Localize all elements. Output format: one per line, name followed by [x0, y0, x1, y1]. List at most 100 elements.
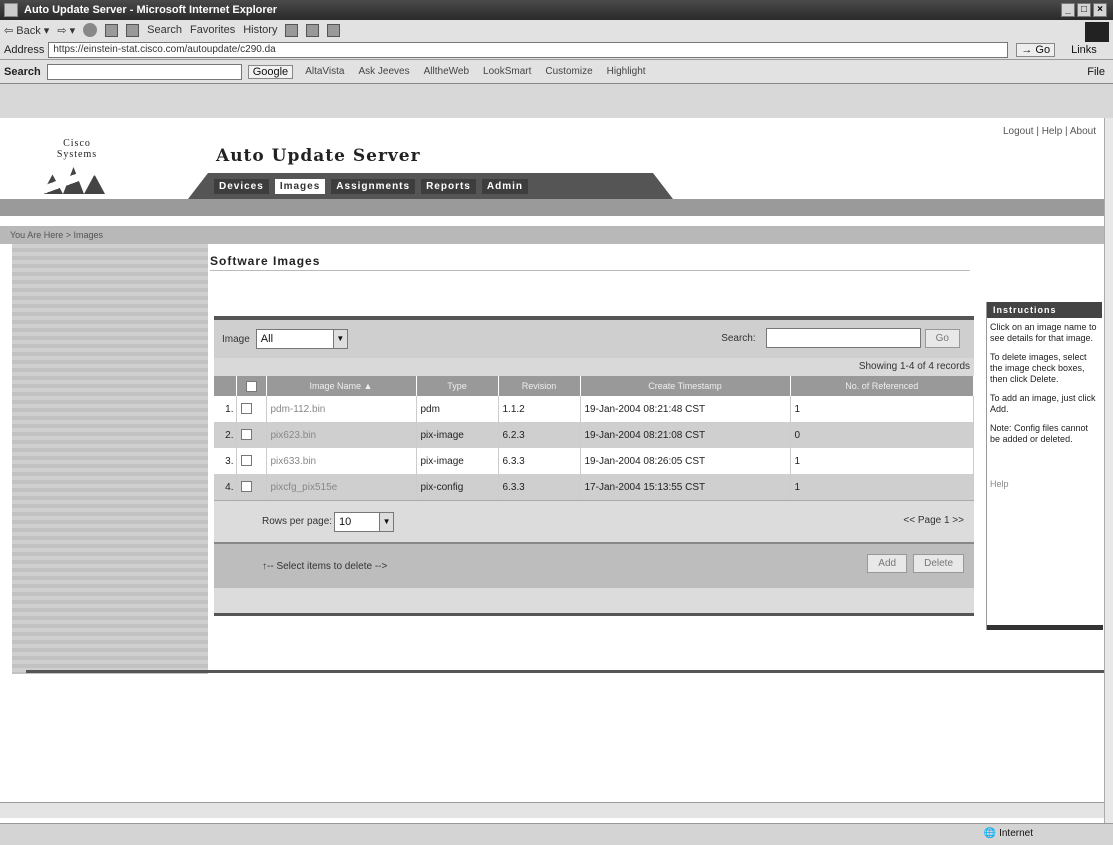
google-button[interactable]: Google — [247, 64, 294, 79]
row-number-header — [214, 376, 237, 396]
print-icon[interactable] — [306, 23, 320, 37]
image-type: pix-image — [416, 448, 499, 474]
back-button[interactable]: ⇦ Back ▾ — [4, 24, 49, 37]
select-all-header — [236, 376, 267, 396]
row-checkbox-cell — [236, 422, 267, 448]
looksmart-link[interactable]: LookSmart — [483, 66, 531, 77]
table-header-row: Image Name ▲ Type Revision Create Timest… — [214, 376, 974, 396]
sidebar — [12, 244, 208, 674]
image-name-link[interactable]: pix633.bin — [266, 448, 417, 474]
page-indicator[interactable]: << Page 1 >> — [903, 515, 964, 526]
alltheweb-link[interactable]: AlltheWeb — [424, 66, 469, 77]
rows-per-page-label: Rows per page: — [262, 516, 333, 527]
brand-name: Cisco Systems — [56, 138, 98, 160]
image-name-link[interactable]: pix623.bin — [266, 422, 417, 448]
main-tabs: Devices Images Assignments Reports Admin — [188, 173, 673, 199]
highlight-link[interactable]: Highlight — [607, 66, 646, 77]
file-menu[interactable]: File — [1087, 66, 1105, 78]
image-filter-label: Image — [222, 333, 250, 345]
search-toolbar-input[interactable] — [46, 63, 242, 80]
tab-devices[interactable]: Devices — [214, 178, 269, 194]
minimize-button[interactable]: _ — [1061, 3, 1075, 17]
back-label: Back — [16, 24, 41, 37]
window-title: Auto Update Server - Microsoft Internet … — [24, 4, 278, 16]
tab-assignments[interactable]: Assignments — [331, 178, 416, 194]
page-title: Software Images — [210, 254, 321, 268]
mail-icon[interactable] — [285, 23, 299, 37]
search-go-button[interactable]: Go — [924, 328, 960, 348]
customize-link[interactable]: Customize — [545, 66, 592, 77]
header-band — [0, 199, 1104, 216]
select-all-checkbox[interactable] — [245, 380, 257, 392]
instructions-title: Instructions — [987, 302, 1102, 318]
window-controls: _ □ × — [1061, 3, 1107, 17]
image-refs: 1 — [790, 396, 974, 422]
history-button[interactable]: History — [243, 24, 277, 36]
forward-button[interactable]: ⇨ ▾ — [57, 24, 75, 37]
table-row[interactable]: 1. pdm-112.bin pdm 1.1.2 19-Jan-2004 08:… — [214, 396, 974, 422]
table-row[interactable]: 3. pix633.bin pix-image 6.3.3 19-Jan-200… — [214, 448, 974, 474]
column-referenced[interactable]: No. of Referenced — [790, 376, 974, 396]
filter-row: Image All ▼ Search: Go — [214, 320, 974, 358]
help-link[interactable]: Help — [987, 449, 1102, 494]
askjeeves-link[interactable]: Ask Jeeves — [358, 66, 409, 77]
breadcrumb: You Are Here > Images — [0, 226, 1104, 244]
image-name-link[interactable]: pixcfg_pix515e — [266, 474, 417, 500]
column-type[interactable]: Type — [416, 376, 499, 396]
favorites-button[interactable]: Favorites — [190, 24, 235, 36]
home-icon[interactable] — [126, 23, 140, 37]
row-checkbox[interactable] — [240, 429, 252, 441]
table-row[interactable]: 2. pix623.bin pix-image 6.2.3 19-Jan-200… — [214, 422, 974, 448]
image-timestamp: 19-Jan-2004 08:26:05 CST — [580, 448, 791, 474]
cisco-logo: Cisco Systems — [42, 138, 152, 194]
row-checkbox[interactable] — [240, 403, 252, 415]
go-button[interactable]: → Go — [1016, 43, 1056, 57]
row-checkbox[interactable] — [240, 481, 252, 493]
status-bar: 🌐 Internet — [0, 823, 1113, 845]
column-image-name[interactable]: Image Name ▲ — [266, 376, 417, 396]
image-timestamp: 17-Jan-2004 15:13:55 CST — [580, 474, 791, 500]
address-input[interactable]: https://einstein-stat.cisco.com/autoupda… — [48, 42, 1009, 58]
image-revision: 6.3.3 — [498, 448, 581, 474]
refresh-icon[interactable] — [105, 23, 119, 37]
images-table: Image Name ▲ Type Revision Create Timest… — [214, 376, 974, 500]
altavista-link[interactable]: AltaVista — [305, 66, 344, 77]
close-button[interactable]: × — [1093, 3, 1107, 17]
chevron-down-icon: ▼ — [332, 330, 347, 348]
row-number: 2. — [214, 422, 237, 448]
horizontal-scrollbar[interactable] — [0, 802, 1104, 818]
cisco-bridge-icon — [42, 167, 112, 194]
tab-reports[interactable]: Reports — [421, 178, 476, 194]
vertical-scrollbar[interactable] — [1104, 118, 1113, 823]
image-filter-select[interactable]: All ▼ — [255, 329, 348, 349]
rows-per-page-value: 10 — [339, 515, 352, 528]
column-create-timestamp[interactable]: Create Timestamp — [580, 376, 791, 396]
row-checkbox[interactable] — [240, 455, 252, 467]
instructions-footer — [987, 625, 1103, 630]
search-toolbar-button[interactable]: Search — [147, 24, 182, 36]
search-label: Search: — [721, 332, 756, 344]
column-revision[interactable]: Revision — [498, 376, 581, 396]
image-name-link[interactable]: pdm-112.bin — [266, 396, 417, 422]
top-links[interactable]: Logout | Help | About — [1003, 126, 1096, 137]
image-revision: 6.3.3 — [498, 474, 581, 500]
ie-icon — [4, 3, 18, 17]
tab-images[interactable]: Images — [274, 178, 326, 194]
delete-button[interactable]: Delete — [913, 554, 964, 573]
images-panel: Image All ▼ Search: Go Showing 1-4 of 4 … — [214, 316, 974, 616]
add-button[interactable]: Add — [867, 554, 908, 573]
tab-admin[interactable]: Admin — [481, 178, 528, 194]
title-divider — [210, 270, 970, 271]
stop-icon[interactable] — [83, 23, 98, 37]
search-input[interactable] — [765, 328, 921, 348]
go-label: Go — [1035, 44, 1051, 56]
maximize-button[interactable]: □ — [1077, 3, 1091, 17]
edit-icon[interactable] — [327, 23, 341, 37]
column-image-name-label: Image Name — [309, 381, 362, 391]
instructions-text: Note: Config files cannot be added or de… — [990, 423, 1089, 444]
links-button[interactable]: Links — [1071, 44, 1097, 56]
table-row[interactable]: 4. pixcfg_pix515e pix-config 6.3.3 17-Ja… — [214, 474, 974, 500]
image-type: pix-config — [416, 474, 499, 500]
rows-per-page-select[interactable]: 10 ▼ — [334, 511, 395, 532]
image-type: pix-image — [416, 422, 499, 448]
